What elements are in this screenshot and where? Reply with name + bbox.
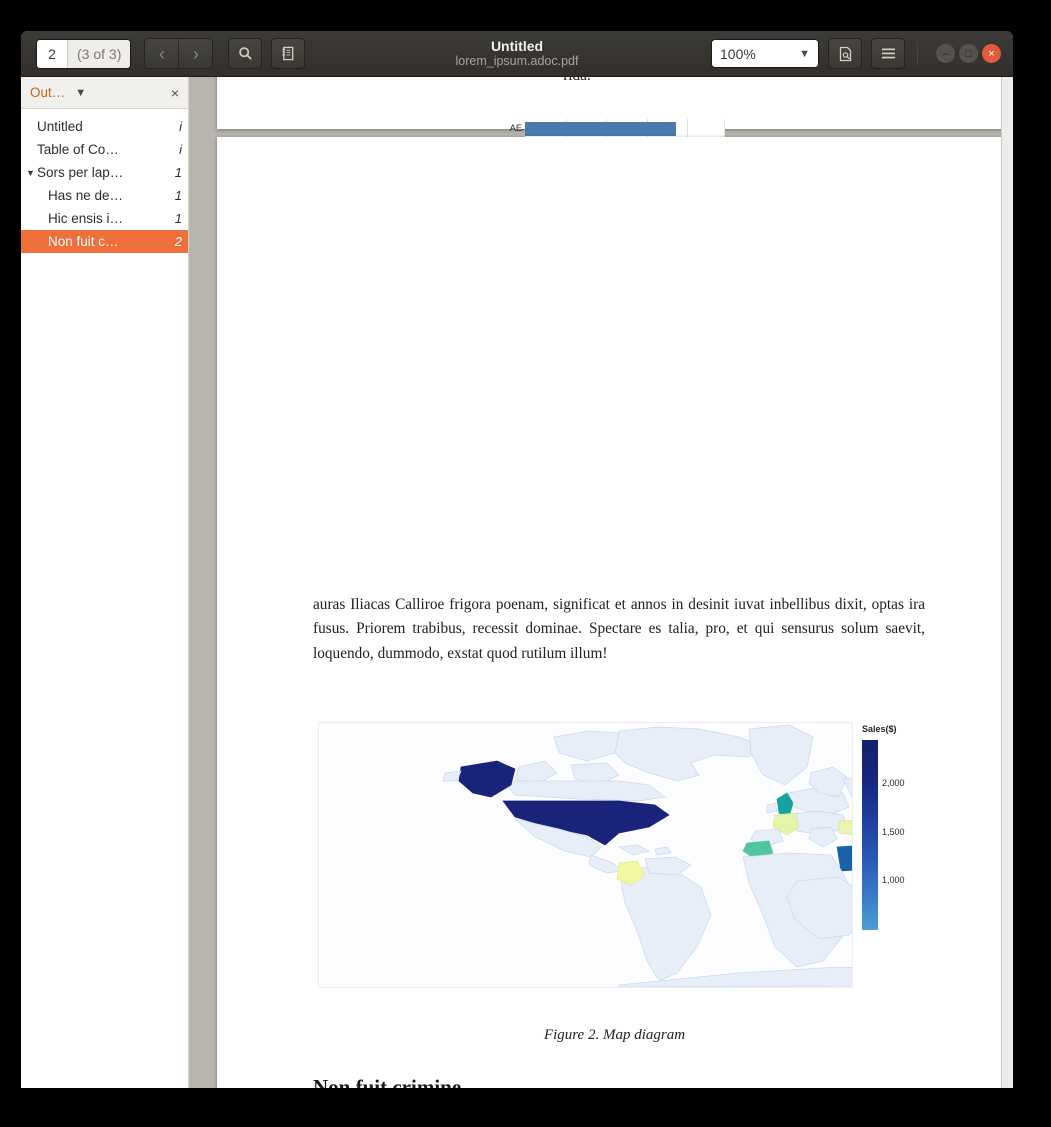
colorbar-gradient <box>862 740 878 930</box>
next-page-button[interactable]: › <box>178 39 212 68</box>
outline-item-label: Non fuit c… <box>48 234 119 249</box>
outline-item-label: Sors per lap… <box>37 165 124 180</box>
main-menu-button[interactable] <box>871 38 905 69</box>
annotations-button[interactable] <box>271 38 306 69</box>
chevron-left-icon: ‹ <box>158 43 165 64</box>
pdf-page-1: rida. By country (code) AECOEGFRGBMAMCSA… <box>217 77 1012 488</box>
window-body: Out… ▼ × Untitled i Table of Co… i ▼ Sors per… <box>21 77 1013 1088</box>
document-viewer[interactable]: rida. By country (code) AECOEGFRGBMAMCSA… <box>189 77 1013 1088</box>
map-colorbar: Sales($) 2,000 1,500 1,000 <box>862 724 920 942</box>
window-controls: – □ × <box>936 44 1001 63</box>
page-stack: rida. By country (code) AECOEGFRGBMAMCSA… <box>189 77 1012 1088</box>
page-navigation-group: ‹ › <box>144 38 214 69</box>
outline-item-page: 1 <box>174 188 182 203</box>
toolbar-left-group: 2 (3 of 3) ‹ › <box>21 38 306 69</box>
chevron-right-icon: › <box>192 43 199 64</box>
expander-triangle-icon[interactable]: ▼ <box>26 168 37 178</box>
outline-list: Untitled i Table of Co… i ▼ Sors per lap… 1 Has… <box>21 109 188 1088</box>
toolbar-right-group: 100% ▼ – □ × <box>711 38 1013 69</box>
map-region-TR <box>838 819 852 835</box>
page1-cut-text: rida. <box>517 77 637 88</box>
page-number-input[interactable]: 2 <box>37 39 68 68</box>
colorbar-tick-label: 1,500 <box>882 826 905 837</box>
window-title: Untitled <box>490 38 544 54</box>
hamburger-menu-icon <box>881 48 895 59</box>
toolbar-divider <box>917 41 918 66</box>
colorbar-title: Sales($) <box>862 724 897 734</box>
outline-item-page: i <box>179 142 182 157</box>
previous-page-button[interactable]: ‹ <box>145 39 178 68</box>
chevron-down-icon: ▼ <box>799 47 810 60</box>
outline-item-label: Has ne de… <box>48 188 124 203</box>
map-region-US-alaska <box>458 760 516 798</box>
bar <box>525 122 677 136</box>
chevron-down-icon[interactable]: ▼ <box>75 87 86 99</box>
map-plot-area <box>318 722 853 988</box>
outline-item-page: 1 <box>174 211 182 226</box>
page-fit-icon <box>839 46 851 61</box>
search-icon <box>239 47 252 60</box>
figure-2-caption: Figure 2. Map diagram <box>543 1027 686 1043</box>
section-heading: Non fuit crimine <box>313 1075 462 1088</box>
titlebar: 2 (3 of 3) ‹ › Untitled lorem_ipsum.adoc… <box>21 31 1013 77</box>
pdf-viewer-window: 2 (3 of 3) ‹ › Untitled lorem_ipsum.adoc… <box>21 31 1013 1088</box>
outline-item[interactable]: Non fuit c… 2 <box>21 230 188 253</box>
minimize-button[interactable]: – <box>936 44 955 63</box>
vertical-scrollbar[interactable] <box>1001 77 1013 1088</box>
outline-item[interactable]: Untitled i <box>21 115 188 138</box>
outline-item[interactable]: Table of Co… i <box>21 138 188 161</box>
colorbar-tick-label: 1,000 <box>882 875 905 886</box>
zoom-value: 100% <box>720 45 756 62</box>
outline-item[interactable]: Hic ensis i… 1 <box>21 207 188 230</box>
maximize-button[interactable]: □ <box>959 44 978 63</box>
notebook-icon <box>282 46 294 61</box>
fit-page-button[interactable] <box>828 38 862 69</box>
category-label: AE <box>509 123 522 134</box>
y-tick-mark <box>521 129 524 131</box>
outline-item[interactable]: ▼ Sors per lap… 1 <box>21 161 188 184</box>
outline-item-page: 2 <box>174 234 182 249</box>
search-button[interactable] <box>228 38 263 69</box>
close-icon[interactable]: × <box>171 85 179 101</box>
outline-item-page: 1 <box>174 165 182 180</box>
world-map-svg <box>442 724 852 987</box>
outline-item[interactable]: Has ne de… 1 <box>21 184 188 207</box>
sidebar-header: Out… ▼ × <box>21 77 188 109</box>
page-selector[interactable]: 2 (3 of 3) <box>36 38 132 69</box>
pdf-page-2: auras Iliacas Calliroe frigora poenam, s… <box>217 137 1012 1088</box>
page2-paragraph-1: auras Iliacas Calliroe frigora poenam, s… <box>313 596 925 662</box>
zoom-select[interactable]: 100% ▼ <box>711 39 819 68</box>
close-button[interactable]: × <box>982 44 1001 63</box>
colorbar-tick-label: 2,000 <box>882 777 905 788</box>
outline-item-label: Untitled <box>37 119 83 134</box>
outline-sidebar: Out… ▼ × Untitled i Table of Co… i ▼ Sors per… <box>21 77 189 1088</box>
window-subtitle: lorem_ipsum.adoc.pdf <box>455 54 579 68</box>
map-figure: Sales($) 2,000 1,500 1,000 <box>318 722 918 992</box>
outline-item-page: i <box>179 119 182 134</box>
outline-item-label: Hic ensis i… <box>48 211 124 226</box>
sidebar-title: Out… <box>30 85 66 100</box>
page-total-label: (3 of 3) <box>68 39 131 68</box>
outline-item-label: Table of Co… <box>37 142 119 157</box>
